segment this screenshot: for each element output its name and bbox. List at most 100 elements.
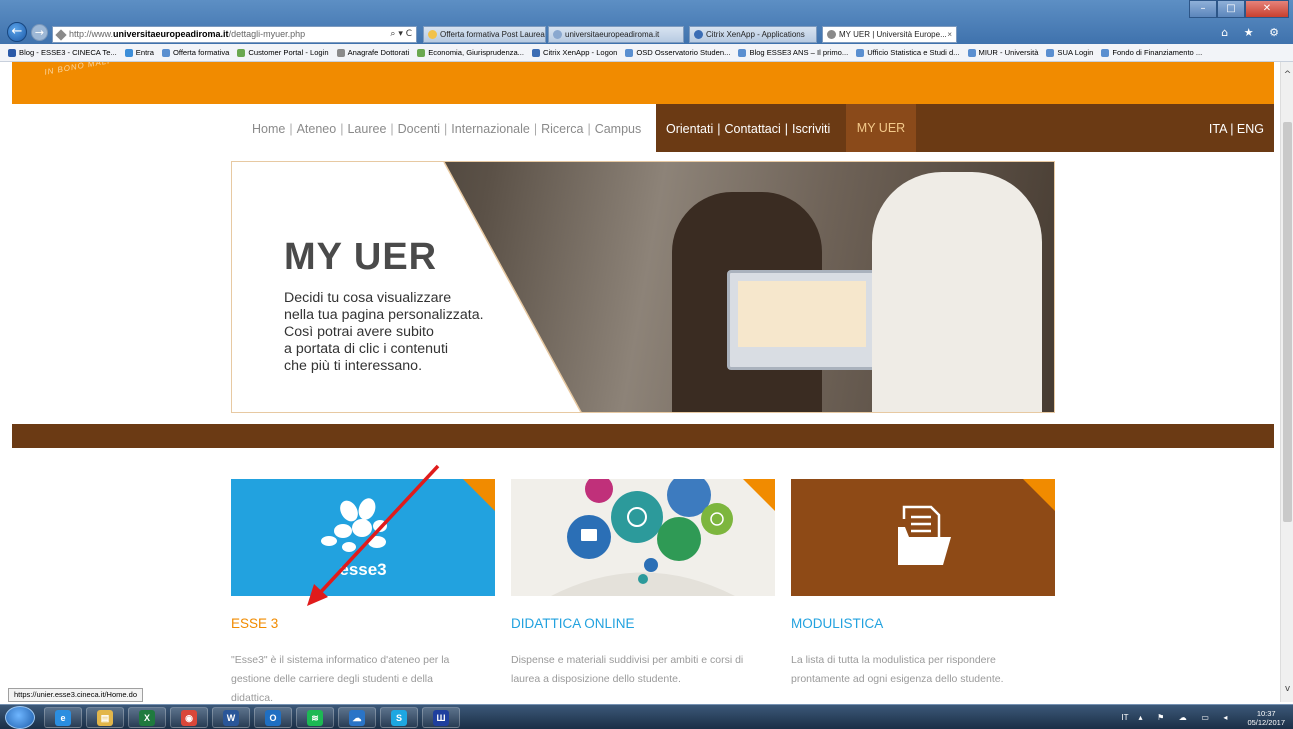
card-corner xyxy=(463,479,495,511)
nav-item-docenti[interactable]: Docenti xyxy=(398,122,440,136)
home-favorites-settings-icons[interactable]: ⌂ ★ ⚙ xyxy=(1221,26,1285,39)
input-language[interactable]: IT xyxy=(1121,713,1128,722)
card-didattica-online[interactable]: DIDATTICA ONLINE Dispense e materiali su… xyxy=(511,479,775,685)
taskbar-app-button[interactable]: W xyxy=(212,707,250,728)
card-title[interactable]: DIDATTICA ONLINE xyxy=(511,616,635,631)
nav-item-ricerca[interactable]: Ricerca xyxy=(541,122,583,136)
taskbar-app-button[interactable]: O xyxy=(254,707,292,728)
language-switcher[interactable]: ITA | ENG xyxy=(1209,122,1264,136)
maximize-button[interactable]: □ xyxy=(1217,0,1245,18)
favorite-label: Blog ESSE3 ANS – Il primo... xyxy=(749,48,849,57)
taskbar-app-button[interactable]: S xyxy=(380,707,418,728)
minimize-button[interactable]: – xyxy=(1189,0,1217,18)
favorite-link[interactable]: Anagrafe Dottorati xyxy=(336,48,409,57)
scroll-up-icon[interactable]: ^ xyxy=(1281,70,1293,80)
favorite-link[interactable]: Offerta formativa xyxy=(161,48,229,57)
clock[interactable]: 10:37 05/12/2017 xyxy=(1247,709,1285,727)
favorite-link[interactable]: Blog ESSE3 ANS – Il primo... xyxy=(738,48,848,57)
taskbar-app-button[interactable]: ≋ xyxy=(296,707,334,728)
tray-icons[interactable]: ▴ ⚑ ☁ ▭ ◂ xyxy=(1139,713,1234,722)
back-button[interactable]: ← xyxy=(7,22,27,42)
favorite-link[interactable]: Economia, Giurisprudenza... xyxy=(417,48,524,57)
onedrive-icon: ☁ xyxy=(349,709,365,726)
nav-item-lauree[interactable]: Lauree xyxy=(347,122,386,136)
favorite-icon xyxy=(967,48,976,57)
card-title[interactable]: MODULISTICA xyxy=(791,616,883,631)
address-bar[interactable]: http://www.universitaeuropeadiroma.it/de… xyxy=(52,26,417,43)
tab-favicon-icon xyxy=(428,30,437,39)
chrome-icon: ◉ xyxy=(181,709,197,726)
card-modulistica[interactable]: MODULISTICA La lista di tutta la modulis… xyxy=(791,479,1055,685)
nav-item-orientati[interactable]: Orientati xyxy=(666,122,713,136)
favorite-link[interactable]: Blog - ESSE3 - CINECA Te... xyxy=(8,48,117,57)
favorite-label: Economia, Giurisprudenza... xyxy=(428,48,525,57)
card-title[interactable]: ESSE 3 xyxy=(231,616,278,631)
favorite-icon xyxy=(1046,48,1055,57)
spotify-icon: ≋ xyxy=(307,709,323,726)
favorite-label: MIUR - Università xyxy=(978,48,1039,57)
page-scrollbar[interactable]: ^ v xyxy=(1280,62,1293,702)
close-window-button[interactable]: ✕ xyxy=(1245,0,1289,18)
modulistica-image[interactable] xyxy=(791,479,1055,596)
taskbar-app-button[interactable]: ◉ xyxy=(170,707,208,728)
taskbar-app-button[interactable]: X xyxy=(128,707,166,728)
card-corner xyxy=(1023,479,1055,511)
favorite-icon xyxy=(856,48,865,57)
nav-item-ateneo[interactable]: Ateneo xyxy=(297,122,337,136)
hero-line: Decidi tu cosa visualizzare xyxy=(284,290,452,306)
nav-item-my-uer[interactable]: MY UER xyxy=(846,104,916,152)
scroll-down-icon[interactable]: v xyxy=(1281,684,1293,694)
nav-item-internazionale[interactable]: Internazionale xyxy=(451,122,530,136)
favorite-link[interactable]: OSD Osservatorio Studen... xyxy=(625,48,730,57)
start-button[interactable] xyxy=(5,706,35,729)
nav-item-contattaci[interactable]: Contattaci xyxy=(725,122,781,136)
site-favicon-icon xyxy=(55,29,67,41)
nav-item-campus[interactable]: Campus xyxy=(595,122,642,136)
taskbar-app-button[interactable]: ▤ xyxy=(86,707,124,728)
tab-favicon-icon xyxy=(694,30,703,39)
card-esse3[interactable]: esse3 ESSE 3 "Esse3" è il sistema inform… xyxy=(231,479,495,702)
favorite-icon xyxy=(336,48,345,57)
tab-my-uer[interactable]: MY UER | Università Europe... × xyxy=(822,26,957,43)
tab-close-icon[interactable]: × xyxy=(947,27,952,42)
favorite-link[interactable]: Ufficio Statistica e Studi d... xyxy=(856,48,960,57)
divider-bar xyxy=(12,424,1274,448)
forward-button[interactable]: → xyxy=(31,24,48,41)
nav-separator: | xyxy=(587,122,591,136)
taskbar-app-button[interactable]: ☁ xyxy=(338,707,376,728)
favorite-label: Customer Portal - Login xyxy=(248,48,329,57)
favorite-link[interactable]: Citrix XenApp - Logon xyxy=(532,48,617,57)
favorite-link[interactable]: MIUR - Università xyxy=(967,48,1039,57)
address-domain: universitaeuropeadiroma.it xyxy=(113,29,229,39)
institution-icon: Ш xyxy=(433,709,449,726)
taskbar-app-button[interactable]: e xyxy=(44,707,82,728)
esse3-logo-image[interactable]: esse3 xyxy=(231,479,495,596)
favorite-link[interactable]: Fondo di Finanziamento ... xyxy=(1101,48,1202,57)
hero-line: che più ti interessano. xyxy=(284,358,423,374)
tab-universitaeuropeadiroma[interactable]: universitaeuropeadiroma.it xyxy=(548,26,684,43)
tab-offerta-formativa[interactable]: Offerta formativa Post Laurea... xyxy=(423,26,546,43)
favorite-icon xyxy=(124,48,133,57)
university-logo[interactable]: IN BONO MALI xyxy=(44,62,111,77)
card-description: Dispense e materiali suddivisi per ambit… xyxy=(511,651,775,689)
search-refresh-icon[interactable]: ⌕ ▾ C xyxy=(390,27,412,42)
nav-item-iscriviti[interactable]: Iscriviti xyxy=(792,122,830,136)
favorite-link[interactable]: SUA Login xyxy=(1046,48,1093,57)
hero-line: a portata di clic i contenuti xyxy=(284,341,449,357)
nav-separator: | xyxy=(717,122,721,136)
browser-titlebar: – □ ✕ ← → http://www.universitaeuropeadi… xyxy=(0,0,1293,44)
tab-label: Offerta formativa Post Laurea... xyxy=(440,30,546,39)
favorite-link[interactable]: Customer Portal - Login xyxy=(237,48,329,57)
tab-citrix[interactable]: Citrix XenApp - Applications xyxy=(689,26,817,43)
address-prefix: http://www. xyxy=(69,29,114,39)
taskbar-app-button[interactable]: Ш xyxy=(422,707,460,728)
favorite-label: Blog - ESSE3 - CINECA Te... xyxy=(19,48,117,57)
learning-icons-illustration xyxy=(551,479,735,596)
scroll-thumb[interactable] xyxy=(1283,122,1292,522)
card-description: "Esse3" è il sistema informatico d'atene… xyxy=(231,651,495,702)
favorite-icon xyxy=(237,48,246,57)
card-desc-line: laurea a disposizione dello studente. xyxy=(511,673,681,685)
didattica-image[interactable] xyxy=(511,479,775,596)
nav-item-home[interactable]: Home xyxy=(252,122,285,136)
favorite-link[interactable]: Entra xyxy=(124,48,154,57)
